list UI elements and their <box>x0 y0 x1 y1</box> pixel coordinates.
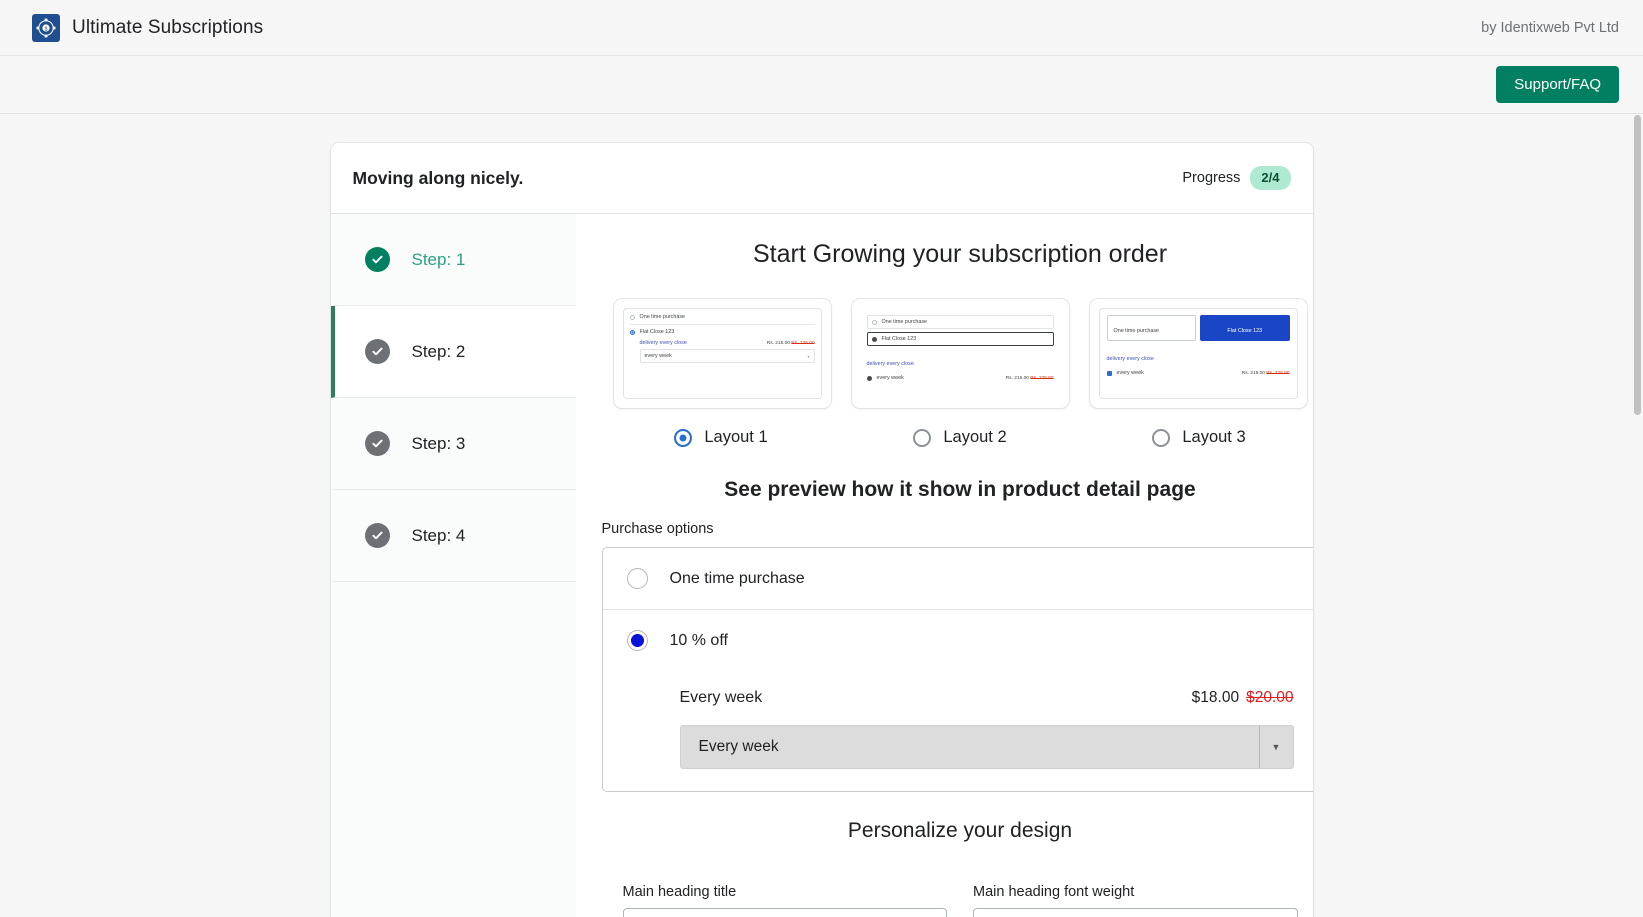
preview-price-strike: $20.00 <box>1246 689 1294 706</box>
preview-frequency-select[interactable]: Every week ▼ <box>679 725 1294 769</box>
steps-sidebar: Step: 1 Step: 2 Step: 3 Step: 4 <box>330 214 576 917</box>
preview-option-label: 10 % off <box>669 631 728 649</box>
page-title: Start Growing your subscription order <box>752 240 1168 268</box>
thumb-radio-icon <box>871 319 877 325</box>
sidebar-item-step-3[interactable]: Step: 3 <box>330 398 576 490</box>
purchase-options-label: Purchase options <box>601 521 714 537</box>
main-panel: Start Growing your subscription order On… <box>576 214 1313 917</box>
thumb-frequency-label: every week <box>1116 370 1144 376</box>
thumb-one-time-label: One time purchase <box>881 319 928 325</box>
layout-1-thumbnail[interactable]: One time purchase Flat Close 123 deliver… <box>612 298 832 409</box>
preview-frequency-value: Every week <box>698 738 779 755</box>
thumb-delivery-label: delivery every close <box>866 361 914 367</box>
thumb-plan-label: Flat Close 123 <box>1227 328 1263 334</box>
check-circle-icon <box>364 339 390 364</box>
thumb-price: Rs. 215.00 <box>1005 375 1029 381</box>
preview-option-one-time[interactable]: One time purchase <box>603 548 1313 609</box>
layout-option-3[interactable]: Layout 3 <box>1080 428 1313 447</box>
scrollbar-thumb[interactable] <box>1634 115 1641 415</box>
progress-indicator: Progress 2/4 <box>1182 166 1291 190</box>
preview-option-label: One time purchase <box>669 569 805 587</box>
layout-3-thumbnail[interactable]: One time purchase Flat Close 123 deliver… <box>1088 298 1308 409</box>
sidebar-item-label: Step: 1 <box>411 249 466 269</box>
chevron-down-icon: ▾ <box>807 353 810 359</box>
thumb-frequency-label: every week <box>644 353 672 359</box>
preview-term-label: Every week <box>679 689 763 706</box>
thumb-radio-selected-icon <box>871 336 877 342</box>
sidebar-item-label: Step: 3 <box>411 433 466 453</box>
personalize-heading: Personalize your design <box>847 819 1073 842</box>
thumb-price-old: Rs. 225.00 <box>1030 375 1054 381</box>
card-body: Step: 1 Step: 2 Step: 3 Step: 4 Start Gr… <box>330 214 1313 917</box>
app-header: $ Ultimate Subscriptions by Identixweb P… <box>0 0 1643 56</box>
sidebar-item-step-1[interactable]: Step: 1 <box>330 214 576 306</box>
main-heading-title-input[interactable] <box>622 908 947 917</box>
main-heading-weight-input[interactable] <box>973 908 1298 917</box>
layout-thumbnails: One time purchase Flat Close 123 deliver… <box>602 298 1313 409</box>
main-heading-weight-field: Main heading font weight ▲ ▼ <box>973 884 1298 917</box>
main-heading-title-field: Main heading title <box>622 884 947 917</box>
thumb-delivery-label: delivery every close <box>639 340 687 346</box>
layout-option-1[interactable]: Layout 1 <box>602 428 841 447</box>
layout-option-label: Layout 3 <box>1182 428 1246 446</box>
svg-text:$: $ <box>45 26 48 32</box>
thumb-checkbox-icon <box>1106 370 1112 376</box>
sidebar-item-label: Step: 4 <box>411 525 466 545</box>
thumb-delivery-label: delivery every close <box>1106 356 1154 362</box>
progress-badge: 2/4 <box>1250 166 1291 190</box>
layout-2-thumbnail[interactable]: One time purchase Flat Close 123 deliver… <box>850 298 1070 409</box>
thumb-plan-label: Flat Close 123 <box>639 329 675 335</box>
sidebar-item-step-4[interactable]: Step: 4 <box>330 490 576 582</box>
thumb-plan-label: Flat Close 123 <box>881 336 917 342</box>
radio-icon[interactable] <box>626 630 648 651</box>
main-heading-title-label: Main heading title <box>622 884 737 900</box>
preview-term-row: Every week $18.00 $20.00 <box>680 689 1294 707</box>
radio-icon[interactable] <box>1152 428 1171 447</box>
card-heading: Moving along nicely. <box>352 167 524 188</box>
thumb-frequency-label: every week <box>876 375 904 381</box>
check-circle-icon <box>364 523 390 548</box>
subscription-coin-icon: $ <box>32 13 60 42</box>
thumb-dot-icon <box>866 375 872 381</box>
thumb-price: Rs. 215.00 <box>766 340 790 346</box>
thumb-price: Rs. 215.00 <box>1241 370 1265 376</box>
progress-label: Progress <box>1182 169 1241 186</box>
purchase-options-preview: One time purchase 10 % off Every week $1… <box>601 547 1313 792</box>
brand: $ Ultimate Subscriptions <box>32 13 264 42</box>
preview-option-subscription[interactable]: 10 % off <box>602 609 1313 671</box>
layout-option-label: Layout 1 <box>704 428 768 446</box>
onboarding-card: Moving along nicely. Progress 2/4 Step: … <box>330 143 1313 917</box>
main-heading-weight-label: Main heading font weight <box>973 884 1135 900</box>
thumb-one-time-label: One time purchase <box>639 314 686 320</box>
check-circle-icon <box>364 247 390 272</box>
layout-option-2[interactable]: Layout 2 <box>841 428 1080 447</box>
check-circle-icon <box>364 431 390 456</box>
design-form: Main heading title Main heading font wei… <box>602 884 1313 917</box>
thumb-one-time-label: One time purchase <box>1113 328 1160 334</box>
vendor-byline: by Identixweb Pvt Ltd <box>1481 19 1619 36</box>
sidebar-item-step-2[interactable]: Step: 2 <box>330 306 576 398</box>
app-title: Ultimate Subscriptions <box>72 16 264 38</box>
card-header: Moving along nicely. Progress 2/4 <box>330 143 1313 214</box>
radio-icon[interactable] <box>674 428 693 447</box>
preview-subscription-detail: Every week $18.00 $20.00 Every week ▼ <box>603 671 1313 791</box>
preview-heading: See preview how it show in product detai… <box>724 478 1196 501</box>
radio-icon[interactable] <box>626 568 648 589</box>
chevron-down-icon: ▼ <box>1258 726 1293 768</box>
layout-selector: Layout 1 Layout 2 Layout 3 <box>602 428 1313 447</box>
preview-price: $18.00 <box>1191 689 1240 706</box>
action-bar: Support/FAQ <box>0 56 1643 114</box>
thumb-radio-selected-icon <box>629 329 635 335</box>
page-content: Moving along nicely. Progress 2/4 Step: … <box>0 114 1643 917</box>
support-faq-button[interactable]: Support/FAQ <box>1496 66 1619 103</box>
thumb-price-old: Rs. 225.00 <box>1266 370 1290 376</box>
layout-option-label: Layout 2 <box>943 428 1007 446</box>
thumb-price-old: Rs. 225.00 <box>791 340 815 346</box>
sidebar-item-label: Step: 2 <box>411 341 466 361</box>
thumb-radio-icon <box>629 314 635 320</box>
radio-icon[interactable] <box>913 428 932 447</box>
page-scrollbar[interactable] <box>1632 115 1642 917</box>
